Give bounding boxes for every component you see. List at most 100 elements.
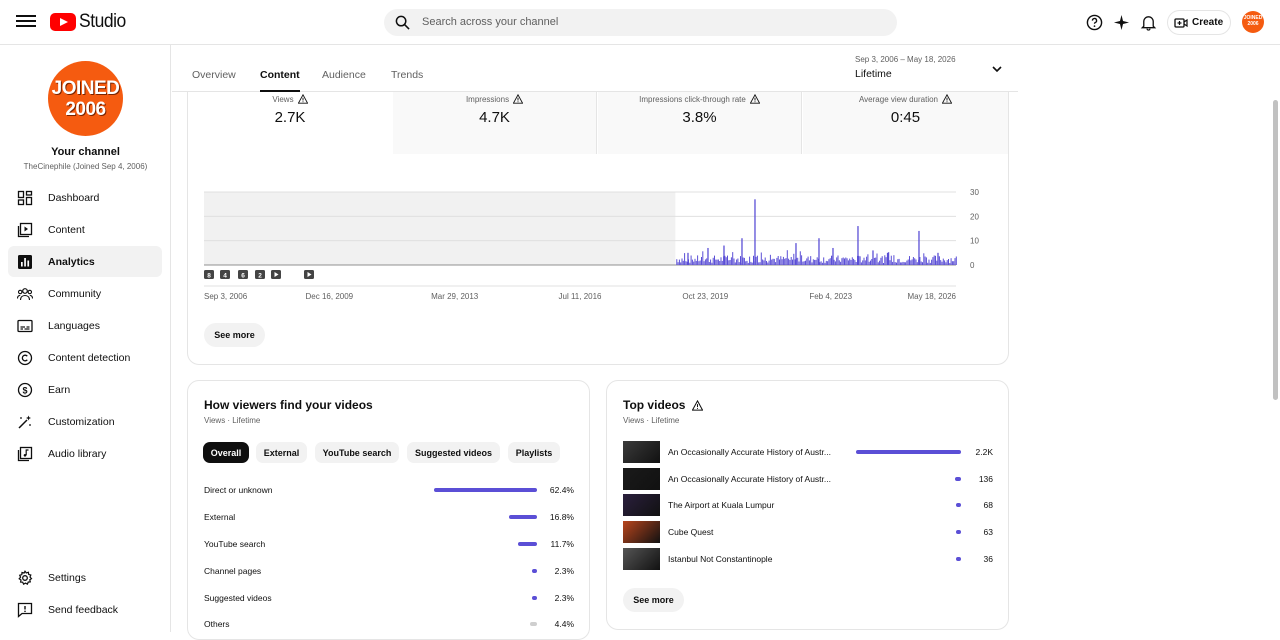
video-views-bar	[956, 557, 961, 561]
content-icon	[17, 222, 33, 237]
see-more-button[interactable]: See more	[204, 323, 265, 347]
chip-external[interactable]: External	[256, 442, 307, 463]
community-icon	[17, 287, 33, 300]
sidebar-item-community[interactable]: Community	[8, 278, 162, 309]
sidebar-item-content-detection[interactable]: Content detection	[8, 342, 162, 373]
chip-suggested-videos[interactable]: Suggested videos	[407, 442, 500, 463]
chart-bar	[938, 256, 940, 265]
chart-bar	[844, 258, 845, 265]
scrollbar[interactable]	[1273, 100, 1278, 400]
traffic-source-row[interactable]: YouTube search 11.7%	[204, 537, 574, 553]
traffic-sources-card: How viewers find your videos Views · Lif…	[187, 380, 590, 640]
chart-bar	[747, 262, 749, 265]
sidebar-item-analytics[interactable]: Analytics	[8, 246, 162, 277]
chart-bar	[824, 262, 826, 265]
notifications-icon[interactable]	[1140, 14, 1157, 31]
sidebar-item-label: Send feedback	[48, 603, 119, 616]
video-thumbnail[interactable]	[623, 441, 660, 463]
x-tick-label: Dec 16, 2009	[306, 292, 354, 301]
chart-bar	[914, 258, 916, 265]
see-more-top-videos-button[interactable]: See more	[623, 588, 684, 612]
sidebar-item-dashboard[interactable]: Dashboard	[8, 182, 162, 213]
chart-bar	[786, 250, 788, 265]
traffic-source-row[interactable]: Suggested videos 2.3%	[204, 591, 574, 607]
video-title[interactable]: An Occasionally Accurate History of Aust…	[668, 447, 838, 457]
sidebar-item-earn[interactable]: $ Earn	[8, 374, 162, 405]
traffic-source-label: Suggested videos	[204, 593, 272, 603]
top-videos-card: Top videos Views · Lifetime An Occasiona…	[606, 380, 1009, 630]
top-video-row[interactable]: The Airport at Kuala Lumpur 68	[623, 494, 993, 516]
video-title[interactable]: An Occasionally Accurate History of Aust…	[668, 474, 838, 484]
sparkle-icon[interactable]	[1113, 14, 1130, 31]
chart-bar	[847, 260, 849, 265]
chart-bar	[929, 262, 931, 265]
chart-bar	[736, 259, 738, 265]
chart-bar	[954, 258, 956, 265]
chart-bar	[806, 258, 808, 265]
chart-bar	[699, 260, 701, 265]
sidebar-item-settings[interactable]: Settings	[8, 562, 162, 593]
chip-playlists[interactable]: Playlists	[508, 442, 560, 463]
video-title[interactable]: Istanbul Not Constantinople	[668, 554, 838, 564]
channel-subtitle: TheCinephile (Joined Sep 4, 2006)	[23, 162, 148, 171]
chart-bar	[706, 258, 708, 265]
sidebar-item-languages[interactable]: Languages	[8, 310, 162, 341]
traffic-source-row[interactable]: Channel pages 2.3%	[204, 564, 574, 580]
traffic-source-percent: 2.3%	[554, 566, 574, 576]
traffic-source-bar	[517, 542, 537, 546]
y-tick-label: 20	[970, 212, 979, 221]
traffic-source-label: Others	[204, 619, 230, 629]
tab-audience[interactable]: Audience	[322, 69, 366, 92]
chart-bar	[799, 251, 801, 265]
studio-logo[interactable]: Studio	[50, 11, 130, 33]
sidebar-item-content[interactable]: Content	[8, 214, 162, 245]
chart-bar	[931, 259, 933, 265]
y-tick-label: 10	[970, 237, 979, 246]
chevron-down-icon[interactable]	[990, 62, 1004, 76]
chart-bar	[760, 252, 762, 265]
channel-avatar[interactable]: JOINED 2006	[48, 61, 123, 136]
top-video-row[interactable]: An Occasionally Accurate History of Aust…	[623, 441, 993, 463]
top-video-row[interactable]: Cube Quest 63	[623, 521, 993, 543]
traffic-source-row[interactable]: Direct or unknown 62.4%	[204, 483, 574, 499]
chart-spike-bar	[741, 238, 743, 265]
sidebar-item-customization[interactable]: Customization	[8, 406, 162, 437]
sidebar-item-send-feedback[interactable]: Send feedback	[8, 594, 162, 625]
views-chart[interactable]: 30 20 10 0 Sep 3, 2006 Dec 16, 2009 Mar 29, 20…	[188, 80, 1010, 310]
chart-bar	[781, 259, 783, 265]
tab-content[interactable]: Content	[260, 69, 300, 92]
top-video-row[interactable]: Istanbul Not Constantinople 36	[623, 548, 993, 570]
chip-youtube-search[interactable]: YouTube search	[315, 442, 399, 463]
video-title[interactable]: Cube Quest	[668, 527, 838, 537]
chart-bar	[685, 261, 687, 265]
chip-overall[interactable]: Overall	[203, 442, 249, 463]
chart-bar	[753, 255, 754, 265]
video-title[interactable]: The Airport at Kuala Lumpur	[668, 500, 838, 510]
chart-bar	[889, 260, 891, 265]
chart-bar	[763, 260, 765, 265]
chart-bar	[810, 256, 812, 265]
help-icon[interactable]	[1086, 14, 1103, 31]
top-video-row[interactable]: An Occasionally Accurate History of Aust…	[623, 468, 993, 490]
video-thumbnail[interactable]	[623, 521, 660, 543]
menu-icon[interactable]	[16, 12, 36, 32]
date-range-text[interactable]: Sep 3, 2006 – May 18, 2026	[855, 55, 956, 64]
video-thumbnail[interactable]	[623, 548, 660, 570]
date-range-label[interactable]: Lifetime	[855, 68, 892, 80]
traffic-source-row[interactable]: Others 4.4%	[204, 617, 574, 633]
chart-bar	[944, 260, 946, 265]
create-button[interactable]: Create	[1167, 10, 1231, 35]
chart-bar	[897, 259, 899, 265]
tab-trends[interactable]: Trends	[391, 69, 423, 92]
video-thumbnail[interactable]	[623, 494, 660, 516]
video-thumbnail[interactable]	[623, 468, 660, 490]
sidebar-item-audio-library[interactable]: Audio library	[8, 438, 162, 469]
search-bar[interactable]: Search across your channel	[384, 9, 897, 36]
account-avatar[interactable]: JOINED 2006	[1242, 11, 1264, 33]
analytics-tabs: Overview Content Audience Trends Sep 3, …	[172, 45, 1018, 92]
tab-overview[interactable]: Overview	[192, 69, 236, 92]
traffic-source-row[interactable]: External 16.8%	[204, 510, 574, 526]
card-title-wrap: Top videos	[623, 398, 704, 412]
search-icon	[395, 15, 410, 30]
card-subtitle: Views · Lifetime	[623, 416, 680, 425]
